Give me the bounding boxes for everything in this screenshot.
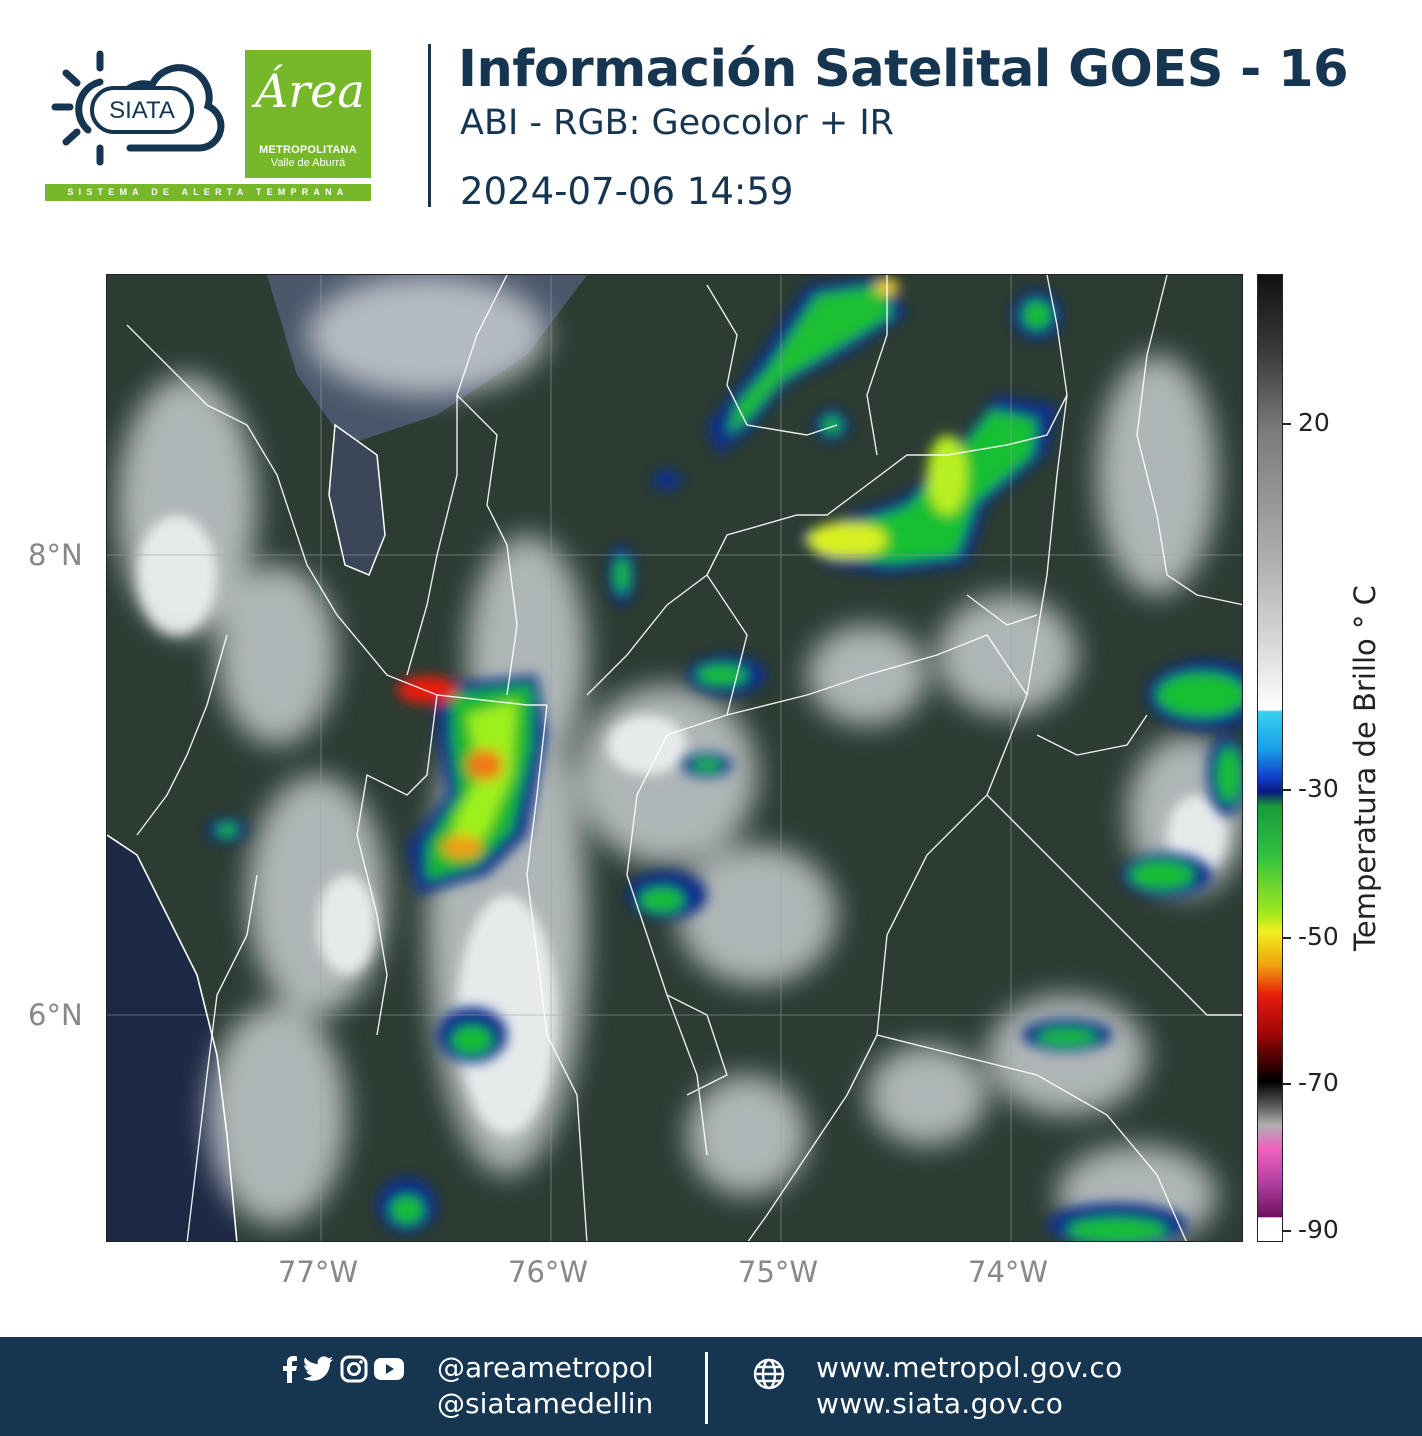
lat-label-8n: 8°N: [28, 538, 83, 572]
colorbar-label-minus90: -90: [1298, 1215, 1339, 1244]
lon-label-77w: 77°W: [278, 1255, 359, 1289]
footer-handle-areametropol[interactable]: @areametropol: [437, 1351, 654, 1384]
siata-logo-text: SIATA: [109, 97, 175, 124]
colorbar-label-minus70: -70: [1298, 1068, 1339, 1097]
colorbar-label-20: 20: [1298, 408, 1330, 437]
facebook-icon[interactable]: [282, 1355, 298, 1387]
lon-label-75w: 75°W: [738, 1255, 819, 1289]
social-icons: [282, 1355, 404, 1387]
satellite-image: [107, 275, 1242, 1241]
youtube-icon[interactable]: [374, 1358, 404, 1384]
image-datetime: 2024-07-06 14:59: [460, 170, 794, 213]
siata-logo: SIATA: [40, 40, 230, 170]
page-subtitle: ABI - RGB: Geocolor + IR: [460, 103, 894, 143]
footer-site-metropol[interactable]: www.metropol.gov.co: [816, 1351, 1123, 1384]
globe-icon: [752, 1357, 786, 1395]
colorbar-tick-minus70: [1283, 1083, 1291, 1085]
colorbar-tick-minus90: [1283, 1230, 1291, 1232]
satellite-map: [106, 274, 1243, 1242]
lat-label-6n: 6°N: [28, 998, 83, 1032]
siata-tagline: SISTEMA DE ALERTA TEMPRANA: [45, 184, 371, 201]
colorbar-tick-minus50: [1283, 937, 1291, 939]
footer-handle-siatamedellin[interactable]: @siatamedellin: [437, 1387, 653, 1420]
footer-site-siata[interactable]: www.siata.gov.co: [816, 1387, 1063, 1420]
twitter-icon[interactable]: [303, 1356, 334, 1386]
header-divider: [428, 44, 431, 207]
page-title: Información Satelital GOES - 16: [458, 40, 1349, 99]
area-logo-script: Área: [255, 64, 365, 118]
instagram-icon[interactable]: [340, 1355, 368, 1387]
siata-sun-cloud-icon: SIATA: [51, 50, 225, 166]
colorbar-label-minus50: -50: [1298, 922, 1339, 951]
lon-label-76w: 76°W: [508, 1255, 589, 1289]
footer: [0, 1337, 1422, 1436]
colorbar-tick-20: [1283, 423, 1291, 425]
area-metropolitana-logo: Área METROPOLITANA Valle de Aburrá: [245, 50, 371, 178]
area-logo-line2: Valle de Aburrá: [270, 157, 346, 169]
colorbar-tick-minus30: [1283, 789, 1291, 791]
area-logo-line1: METROPOLITANA: [259, 144, 357, 156]
colorbar-title: Temperatura de Brillo ° C: [1348, 585, 1382, 951]
temperature-colorbar: [1257, 274, 1283, 1242]
footer-divider: [705, 1352, 708, 1424]
lon-label-74w: 74°W: [968, 1255, 1049, 1289]
colorbar-label-minus30: -30: [1298, 774, 1339, 803]
